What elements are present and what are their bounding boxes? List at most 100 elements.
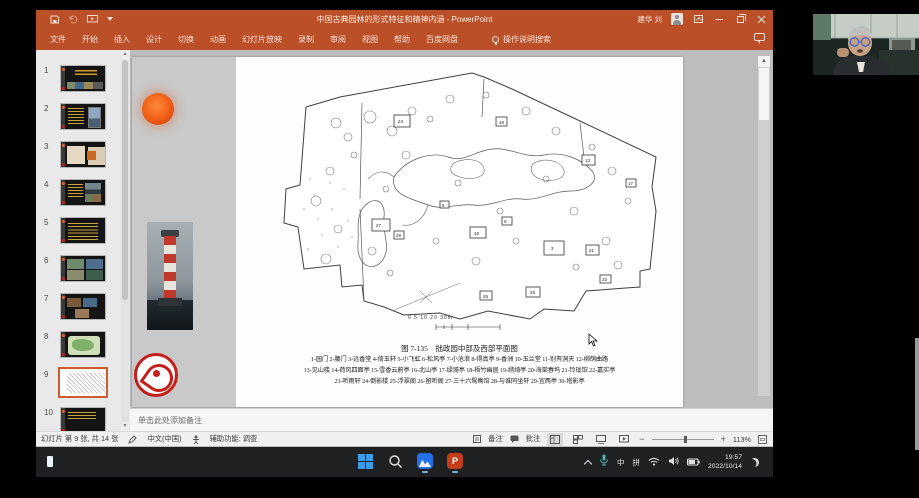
scale-bar-label: 0 5 10 20 30m	[408, 315, 528, 321]
tab-file[interactable]: 文件	[42, 30, 74, 49]
reading-view-button[interactable]	[593, 433, 609, 446]
participant-webcam-feed	[813, 14, 919, 75]
thumbnail-slide-5[interactable]: 5	[36, 217, 130, 251]
thumbnail-slide-7[interactable]: 7	[36, 293, 130, 327]
powerpoint-app-icon[interactable]: P	[446, 452, 464, 470]
tab-design[interactable]: 设计	[138, 30, 170, 49]
svg-text:23: 23	[602, 277, 608, 282]
wifi-icon[interactable]	[648, 453, 660, 471]
comments-toggle-icon	[510, 435, 519, 443]
meeting-app-icon[interactable]	[416, 452, 434, 470]
focus-assist-moon-icon[interactable]	[750, 458, 759, 467]
pen-input-icon[interactable]	[128, 435, 137, 444]
scrollbar-up-arrow[interactable]: ▲	[758, 56, 770, 67]
language-indicator[interactable]: 中文(中国)	[147, 434, 181, 444]
school-emblem-logo	[134, 353, 178, 397]
svg-text:18: 18	[499, 120, 505, 125]
undo-icon[interactable]	[68, 15, 78, 24]
thumbnail-slide-6[interactable]: 6	[36, 255, 130, 289]
tab-insert[interactable]: 插入	[106, 30, 138, 49]
account-avatar[interactable]	[671, 13, 683, 25]
fit-to-window-button[interactable]	[758, 435, 767, 444]
slide-canvas[interactable]: 242728 1093 212318 13517 2625 0 5 10	[132, 57, 683, 407]
start-button[interactable]	[356, 452, 374, 470]
ribbon-tab-row: 文件 开始 插入 设计 切换 动画 幻灯片放映 录制 审阅 视图 帮助 百度网盘…	[36, 28, 773, 50]
close-button[interactable]	[755, 13, 767, 25]
thumbnail-slide-2[interactable]: 2	[36, 103, 130, 137]
garden-plan-figure: 242728 1093 212318 13517 2625 0 5 10	[236, 57, 683, 407]
zoom-slider-thumb[interactable]	[684, 436, 687, 443]
meeting-shared-screen: 中国古典园林的形式特征和精神内涵 - PowerPoint 建华 刘 文件 开始…	[0, 0, 919, 498]
notes-toggle[interactable]: 备注	[488, 434, 503, 444]
tab-home[interactable]: 开始	[74, 30, 106, 49]
accessibility-status[interactable]: 辅助功能: 调查	[210, 434, 258, 444]
thumbnail-slide-9-selected[interactable]: 9	[36, 369, 130, 403]
svg-text:17: 17	[628, 181, 634, 186]
windows-taskbar: P 中 拼 19:57 2022/10/14	[36, 447, 773, 477]
tab-record[interactable]: 录制	[290, 30, 322, 49]
thumbnail-slide-8[interactable]: 8	[36, 331, 130, 365]
zoom-slider[interactable]	[652, 439, 714, 440]
tab-baidu-netdisk[interactable]: 百度网盘	[418, 30, 466, 49]
start-slideshow-icon[interactable]	[87, 15, 98, 24]
tab-slideshow[interactable]: 幻灯片放映	[234, 30, 290, 49]
scroll-up-arrow[interactable]: ▲	[121, 50, 129, 59]
slideshow-view-button[interactable]	[616, 433, 632, 446]
svg-text:21: 21	[589, 248, 595, 253]
normal-view-button[interactable]	[547, 433, 563, 446]
account-name[interactable]: 建华 刘	[637, 14, 662, 25]
clock-time: 19:57	[708, 453, 742, 462]
svg-text:26: 26	[483, 294, 489, 299]
tab-review[interactable]: 审阅	[322, 30, 354, 49]
meeting-panel-edge[interactable]	[915, 338, 919, 450]
thumbnail-slide-10[interactable]: 10	[36, 407, 130, 431]
scroll-down-arrow[interactable]: ▼	[121, 422, 129, 431]
comments-toggle[interactable]: 批注	[526, 434, 541, 444]
slide-counter: 幻灯片 第 9 张, 共 14 张	[41, 434, 118, 444]
minimize-button[interactable]	[713, 13, 725, 25]
tab-help[interactable]: 帮助	[386, 30, 418, 49]
qat-customize-caret[interactable]	[107, 17, 113, 21]
ime-mode-indicator[interactable]: 拼	[632, 457, 640, 468]
slide-area-scrollbar[interactable]: ▲	[758, 56, 770, 396]
save-icon[interactable]	[50, 15, 59, 24]
tray-overflow-chevron-icon[interactable]	[584, 459, 592, 467]
thumbnail-scrollbar[interactable]: ▲ ▼	[121, 50, 129, 431]
taskbar-clock[interactable]: 19:57 2022/10/14	[708, 453, 742, 471]
ribbon-display-options-button[interactable]	[692, 13, 704, 25]
thumbnail-slide-1[interactable]: 1	[36, 65, 130, 99]
zoom-out-button[interactable]: −	[639, 435, 644, 444]
clock-date: 2022/10/14	[708, 462, 742, 471]
battery-icon[interactable]	[687, 453, 700, 471]
thumbnail-slide-3[interactable]: 3	[36, 141, 130, 175]
slide-editing-area: 242728 1093 212318 13517 2625 0 5 10	[130, 50, 773, 408]
search-icon[interactable]	[386, 452, 404, 470]
lightbulb-icon	[492, 36, 499, 43]
svg-text:27: 27	[376, 223, 382, 228]
comments-bubble-icon[interactable]	[754, 33, 765, 41]
figure-legend-line-1: 1-园门 2-腰门 3-远香堂 4-倚玉轩 5-小飞虹 6-松风亭 7-小沧浪 …	[236, 354, 683, 363]
zoom-in-button[interactable]: +	[721, 435, 726, 444]
notes-toggle-icon	[473, 435, 481, 443]
slide-sorter-view-button[interactable]	[570, 433, 586, 446]
tab-transitions[interactable]: 切换	[170, 30, 202, 49]
volume-icon[interactable]	[668, 453, 679, 471]
tab-animations[interactable]: 动画	[202, 30, 234, 49]
participant-video-tile[interactable]	[813, 14, 919, 75]
svg-text:13: 13	[585, 158, 591, 163]
microphone-icon[interactable]	[599, 453, 609, 471]
tab-view[interactable]: 视图	[354, 30, 386, 49]
figure-legend-line-3: 23-听雨轩 24-倒影楼 25-浮翠阁 26-留听阁 27-三十六鸳鸯馆 28…	[236, 376, 683, 385]
figure-caption: 图 7-135 拙政园中部及西部平面图	[236, 343, 683, 354]
thumbnail-slide-4[interactable]: 4	[36, 179, 130, 213]
tell-me-search[interactable]: 操作说明搜索	[492, 34, 551, 45]
zoom-level[interactable]: 113%	[733, 435, 751, 444]
notes-placeholder: 单击此处添加备注	[130, 415, 202, 426]
shared-desktop: 中国古典园林的形式特征和精神内涵 - PowerPoint 建华 刘 文件 开始…	[36, 10, 773, 477]
figure-legend-line-2: 13-见山楼 14-荷风四面亭 15-雪香云蔚亭 16-北山亭 17-绿漪亭 1…	[236, 365, 683, 374]
notes-pane[interactable]: 单击此处添加备注	[130, 408, 773, 431]
ime-language-indicator[interactable]: 中	[617, 457, 625, 468]
accessibility-icon	[192, 435, 200, 444]
restore-button[interactable]	[734, 13, 746, 25]
lighthouse-photo	[147, 222, 193, 330]
